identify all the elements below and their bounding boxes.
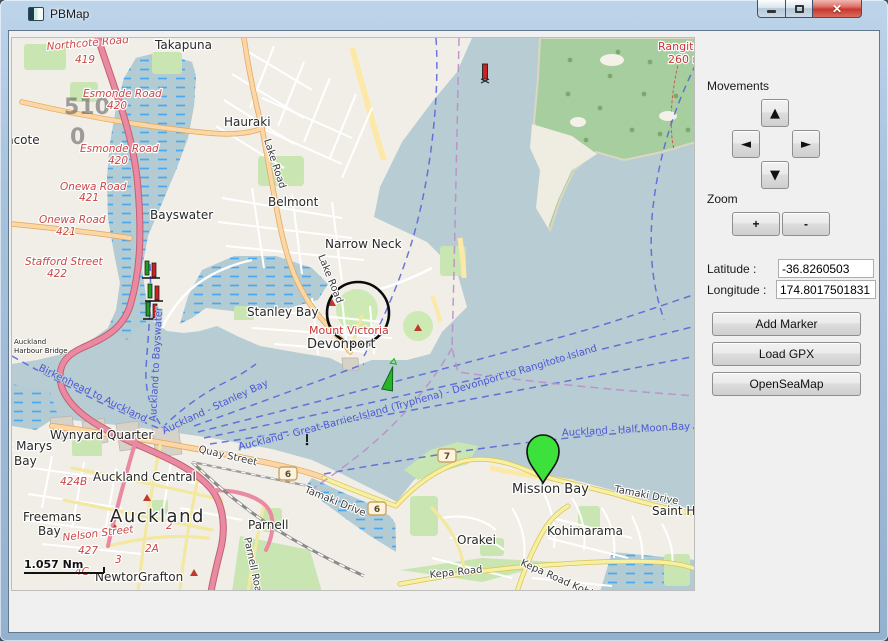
label-stafford-street: Stafford Street	[25, 256, 104, 268]
label-orakei: Orakei	[457, 533, 496, 547]
label-freemans: Freemans	[23, 510, 81, 524]
zoom-in-button[interactable]: +	[732, 212, 780, 236]
map-viewport[interactable]: 6 6 7 510 0 Northcote Road 419 Esmonde R…	[11, 37, 695, 591]
label-northcote: Northcote	[12, 133, 40, 147]
app-window: PBMap ✕	[0, 0, 888, 641]
move-right-button[interactable]: ►	[792, 130, 820, 158]
label-auckland-central: Auckland Central	[93, 470, 196, 484]
label-ref-3: 3	[115, 554, 122, 566]
label-mission-bay: Mission Bay	[512, 482, 589, 497]
label-rangitoto: Rangitoto	[658, 40, 695, 53]
label-harbour-bridge-2: Harbour Bridge	[14, 347, 68, 355]
label-auckland: Auckland	[110, 506, 205, 527]
label-saint-heliers: Saint Heliers	[652, 504, 695, 518]
map-canvas[interactable]: 6 6 7 510 0 Northcote Road 419 Esmonde R…	[12, 38, 695, 591]
label-st-marys-bay: Bay	[14, 454, 37, 468]
longitude-label: Longitude :	[707, 283, 766, 297]
label-ref-419: 419	[75, 54, 95, 66]
close-button[interactable]: ✕	[813, 0, 862, 18]
label-kohimarama: Kohimarama	[547, 524, 623, 538]
left-arrow-icon: ◄	[741, 137, 751, 152]
label-ref-424b: 424B	[60, 476, 87, 488]
label-ref-422: 422	[47, 268, 67, 280]
scale-label: 1.057 Nm	[24, 558, 83, 571]
label-ref-427: 427	[78, 545, 98, 557]
down-arrow-icon: ▼	[770, 168, 780, 183]
label-belmont: Belmont	[268, 195, 319, 209]
shield-6b: 6	[374, 505, 380, 515]
minimize-icon	[767, 10, 776, 13]
client-area: 6 6 7 510 0 Northcote Road 419 Esmonde R…	[8, 30, 880, 633]
minimize-button[interactable]	[757, 0, 786, 18]
latitude-input[interactable]	[778, 259, 874, 278]
label-mount-victoria: Mount Victoria	[309, 324, 389, 337]
label-devonport: Devonport	[307, 337, 376, 352]
shield-6: 6	[285, 470, 291, 480]
label-esmonde-road-2: Esmonde Road	[80, 143, 159, 155]
label-parnell: Parnell	[248, 518, 288, 532]
move-left-button[interactable]: ◄	[732, 130, 760, 158]
load-gpx-button[interactable]: Load GPX	[712, 342, 861, 366]
maximize-icon	[795, 5, 804, 13]
app-icon	[28, 7, 44, 21]
titlebar[interactable]: PBMap ✕	[0, 0, 888, 30]
label-rangitoto-elevation: 260 m	[668, 53, 695, 66]
right-arrow-icon: ►	[801, 137, 811, 152]
openseamap-button[interactable]: OpenSeaMap	[712, 372, 861, 396]
label-onewa-road-2: Onewa Road	[39, 214, 106, 226]
label-stanley-bay: Stanley Bay	[247, 305, 319, 319]
label-narrow-neck: Narrow Neck	[325, 237, 402, 251]
label-wynyard-quarter: Wynyard Quarter	[50, 428, 153, 442]
shield-7: 7	[444, 452, 450, 462]
label-ref-421a: 421	[79, 192, 99, 204]
label-ref-2a: 2A	[145, 543, 159, 555]
label-bayswater: Bayswater	[150, 208, 213, 222]
move-down-button[interactable]: ▼	[761, 161, 789, 189]
zoom-label: Zoom	[707, 192, 738, 206]
label-freemans-bay: Bay	[38, 524, 61, 538]
label-esmonde-road-1: Esmonde Road	[83, 88, 162, 100]
label-hauraki: Hauraki	[224, 115, 271, 129]
move-up-button[interactable]: ▲	[761, 99, 789, 127]
movements-label: Movements	[707, 79, 769, 93]
label-takapuna: Takapuna	[154, 38, 212, 52]
label-harbour-bridge-1: Auckland	[14, 338, 46, 346]
maximize-button[interactable]	[786, 0, 813, 18]
longitude-input[interactable]	[776, 280, 876, 299]
label-ref-420a: 420	[107, 100, 127, 112]
zoom-out-button[interactable]: -	[782, 212, 830, 236]
label-ref-420b: 420	[108, 155, 128, 167]
window-title: PBMap	[50, 7, 89, 21]
label-st-marys: St Marys	[12, 439, 52, 453]
label-grafton: Grafton	[138, 570, 183, 584]
up-arrow-icon: ▲	[770, 106, 780, 121]
label-ref-421b: 421	[56, 226, 76, 238]
close-icon: ✕	[832, 3, 842, 15]
latitude-label: Latitude :	[707, 262, 756, 276]
add-marker-button[interactable]: Add Marker	[712, 312, 861, 336]
